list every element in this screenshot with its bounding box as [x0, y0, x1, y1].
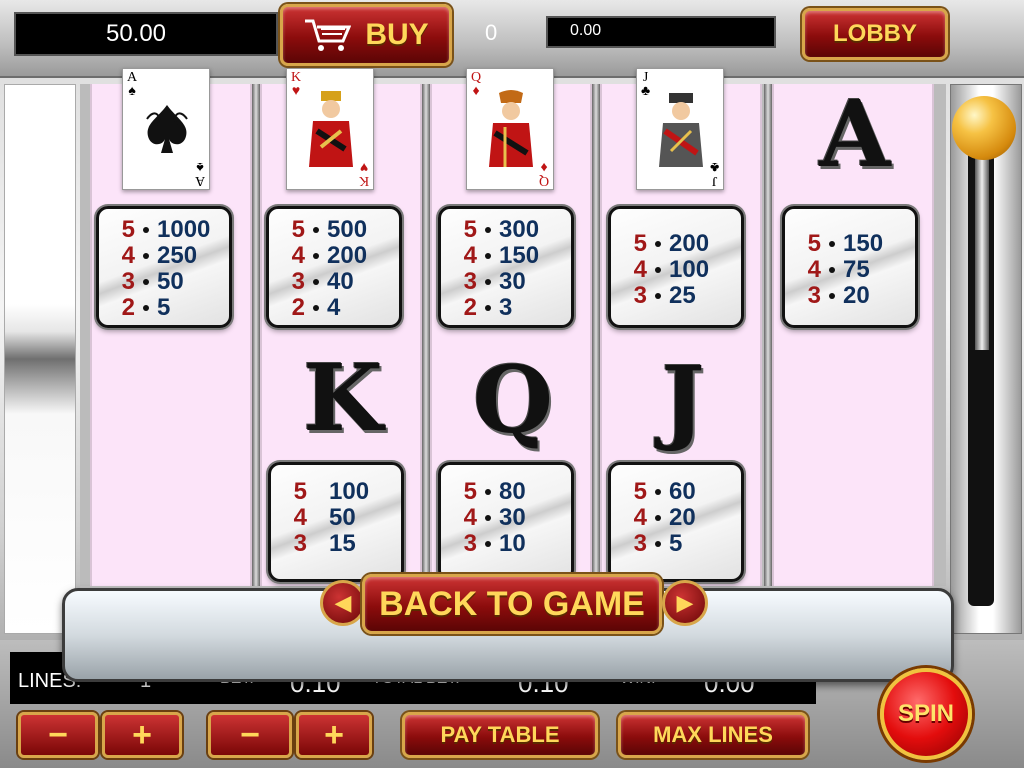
reel-1: A ♠ A ♠ 5 1000 4 250 3 50 25 — [90, 68, 252, 586]
previous-page-button[interactable]: ◀ — [320, 580, 366, 626]
card-index: K ♥ — [291, 70, 302, 99]
pay-box-letter-q: 5 80 4 30 3 10 — [438, 462, 574, 582]
next-page-button[interactable]: ▶ — [662, 580, 708, 626]
reel-4: J ♣ J ♣ 5 200 4 100 3 25 J 5 60 4 20 35 — [600, 68, 762, 586]
arrow-right-icon: ▶ — [676, 590, 694, 615]
letter-j-symbol: J — [661, 346, 705, 454]
credits-display: 50.00 — [14, 12, 278, 56]
card-index: J ♣ — [641, 70, 651, 99]
reel-separator — [764, 84, 772, 586]
reel-2: K ♥ K ♥ 5 500 4 200 3 40 24 K 5 100 4 50 3 15 — [260, 68, 422, 586]
queen-figure-icon — [489, 90, 533, 167]
back-to-game-button[interactable]: BACK TO GAME — [362, 574, 662, 634]
pay-table-reels: A ♠ A ♠ 5 1000 4 250 3 50 25 K ♥ K ♥ 5 5… — [80, 68, 946, 586]
reel-separator — [252, 84, 260, 586]
king-figure-icon — [309, 91, 353, 167]
spin-button[interactable]: SPIN — [880, 668, 972, 760]
pay-box-queen-card: 5 300 4 150 3 30 23 — [438, 206, 574, 328]
pay-box-letter-k: 5 100 4 50 3 15 — [268, 462, 404, 582]
queen-of-diamonds-card: Q ♦ Q ♦ — [466, 68, 554, 190]
lever-knob-icon[interactable] — [952, 96, 1016, 160]
card-index-bottom: K ♥ — [358, 159, 369, 188]
pay-box-ace: 5 1000 4 250 3 50 25 — [96, 206, 232, 328]
card-index-bottom: J ♣ — [709, 159, 719, 188]
buy-label: BUY — [365, 18, 429, 51]
ace-of-spades-card: A ♠ A ♠ — [122, 68, 210, 190]
max-lines-label: MAX LINES — [653, 722, 773, 747]
lobby-label: LOBBY — [833, 20, 917, 47]
lobby-button[interactable]: LOBBY — [802, 8, 948, 60]
bet-plus-button[interactable]: + — [296, 712, 372, 758]
card-index-bottom: Q ♦ — [538, 159, 549, 188]
left-chrome-rail — [4, 84, 76, 634]
bet-minus-button[interactable]: − — [208, 712, 292, 758]
back-to-game-label: BACK TO GAME — [379, 584, 645, 623]
card-index: Q ♦ — [471, 70, 482, 99]
card-index-bottom: A ♠ — [194, 159, 205, 188]
arrow-left-icon: ◀ — [334, 590, 352, 615]
reel-separator — [592, 84, 600, 586]
max-lines-button[interactable]: MAX LINES — [618, 712, 808, 758]
pay-table-button[interactable]: PAY TABLE — [402, 712, 598, 758]
pay-box-jack-card: 5 200 4 100 3 25 — [608, 206, 744, 328]
jack-of-clubs-card: J ♣ J ♣ — [636, 68, 724, 190]
letter-a-symbol: A — [819, 80, 891, 188]
reel-5: A 5 150 4 75 3 20 — [772, 84, 934, 586]
lever-stick[interactable] — [975, 130, 989, 350]
card-index: A ♠ — [127, 70, 138, 99]
pay-box-letter-j: 5 60 4 20 35 — [608, 462, 744, 582]
jack-figure-icon — [659, 93, 703, 167]
minus-icon: − — [240, 715, 260, 754]
lines-minus-button[interactable]: − — [18, 712, 98, 758]
letter-k-symbol: K — [303, 344, 383, 452]
pay-box-letter-a: 5 150 4 75 3 20 — [782, 206, 918, 328]
pay-box-king-card: 5 500 4 200 3 40 24 — [266, 206, 402, 328]
king-of-hearts-card: K ♥ K ♥ — [286, 68, 374, 190]
middle-counter: 0 — [485, 20, 498, 45]
plus-icon: + — [324, 715, 344, 754]
spade-icon — [146, 105, 188, 153]
reel-3: Q ♦ Q ♦ 5 300 4 150 3 30 23 Q 5 80 4 30 3 10 — [430, 68, 592, 586]
pay-table-label: PAY TABLE — [440, 722, 560, 747]
top-win-display: 0.00 — [546, 16, 776, 48]
letter-q-symbol: Q — [472, 346, 554, 454]
plus-icon: + — [132, 715, 152, 754]
buy-button[interactable]: BUY — [280, 4, 452, 66]
credits-value: 50.00 — [105, 20, 167, 47]
lines-plus-button[interactable]: + — [102, 712, 182, 758]
shopping-cart-icon — [305, 19, 352, 51]
top-win-value: 0.00 — [570, 22, 602, 39]
reel-separator — [422, 84, 430, 586]
spin-label: SPIN — [897, 700, 954, 727]
minus-icon: − — [48, 715, 68, 754]
